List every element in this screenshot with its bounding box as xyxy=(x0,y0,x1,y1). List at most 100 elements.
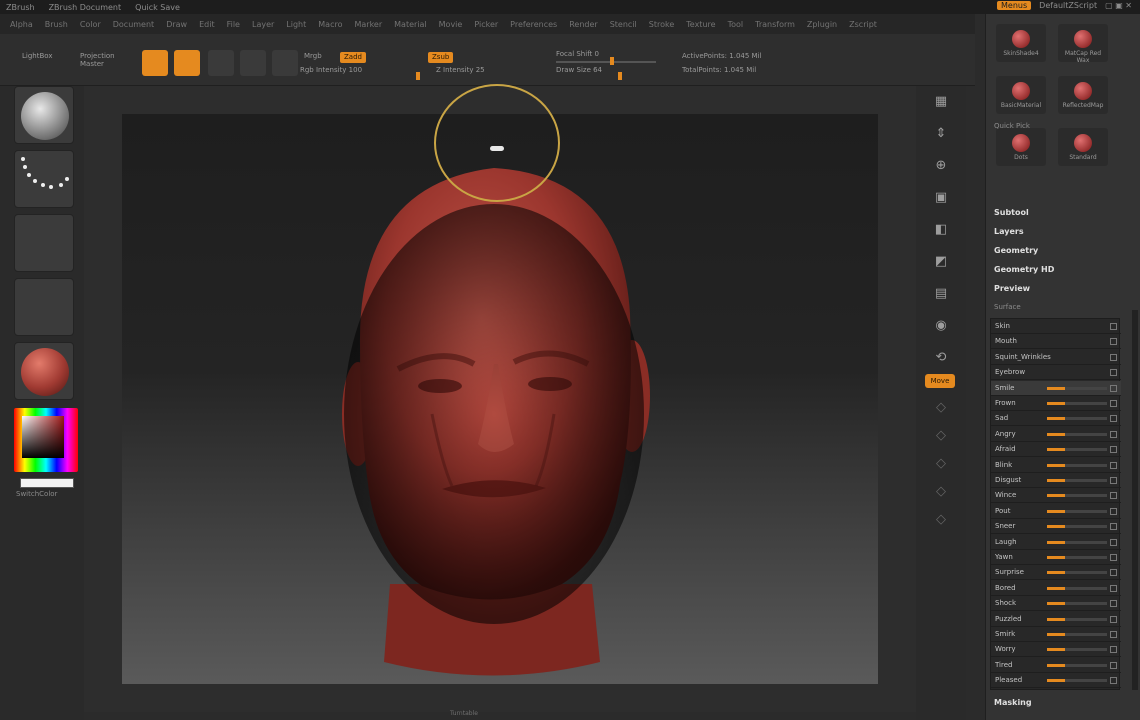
layer-row[interactable]: Smile xyxy=(991,380,1121,396)
lsym-icon[interactable]: ⟲ xyxy=(929,346,953,368)
menus-button[interactable]: Menus xyxy=(997,1,1032,10)
layer-strength-slider[interactable] xyxy=(1047,494,1107,498)
menu-item-layer[interactable]: Layer xyxy=(252,20,274,29)
layer-visibility-toggle[interactable] xyxy=(1110,538,1117,546)
layer-row[interactable]: Skin xyxy=(991,319,1121,334)
menu-item-edit[interactable]: Edit xyxy=(199,20,215,29)
layer-visibility-toggle[interactable] xyxy=(1110,492,1117,500)
local-icon[interactable]: ◉ xyxy=(929,314,953,336)
rgb-intensity-label[interactable]: Rgb Intensity 100 xyxy=(300,66,362,74)
draw-size-label[interactable]: Draw Size 64 xyxy=(556,66,602,74)
layer-row[interactable]: Shock xyxy=(991,596,1121,612)
layer-strength-slider[interactable] xyxy=(1047,432,1107,436)
layer-visibility-toggle[interactable] xyxy=(1110,461,1117,469)
menu-item-file[interactable]: File xyxy=(227,20,240,29)
layer-row[interactable]: Eyebrow xyxy=(991,365,1121,381)
menu-item-tool[interactable]: Tool xyxy=(728,20,744,29)
frame-icon[interactable]: ◇ xyxy=(929,396,953,418)
surface-section-label[interactable]: Surface xyxy=(994,303,1021,311)
layer-visibility-toggle[interactable] xyxy=(1110,369,1117,377)
layer-visibility-toggle[interactable] xyxy=(1110,430,1117,438)
switch-color-label[interactable]: SwitchColor xyxy=(16,490,57,498)
layer-row[interactable]: Angry xyxy=(991,427,1121,442)
layer-strength-slider[interactable] xyxy=(1047,679,1107,683)
menu-item-picker[interactable]: Picker xyxy=(474,20,498,29)
menu-item-preferences[interactable]: Preferences xyxy=(510,20,557,29)
layer-visibility-toggle[interactable] xyxy=(1110,677,1117,685)
layer-strength-slider[interactable] xyxy=(1047,525,1107,529)
layer-visibility-toggle[interactable] xyxy=(1110,646,1117,654)
layer-strength-slider[interactable] xyxy=(1047,479,1107,482)
default-zscript-button[interactable]: DefaultZScript xyxy=(1039,1,1097,10)
layer-row[interactable]: Blink xyxy=(991,458,1121,473)
edit-button[interactable] xyxy=(142,50,168,76)
menu-item-texture[interactable]: Texture xyxy=(686,20,715,29)
move-icon[interactable]: ◇ xyxy=(929,424,953,446)
menu-item-stroke[interactable]: Stroke xyxy=(649,20,675,29)
layer-visibility-toggle[interactable] xyxy=(1110,523,1117,531)
masking-section[interactable]: Masking xyxy=(994,698,1032,707)
panel-scrollbar[interactable] xyxy=(1132,310,1138,690)
layer-visibility-toggle[interactable] xyxy=(1110,507,1117,515)
layer-strength-slider[interactable] xyxy=(1047,386,1107,390)
menu-item-movie[interactable]: Movie xyxy=(439,20,463,29)
layer-visibility-toggle[interactable] xyxy=(1110,338,1117,346)
menu-item-material[interactable]: Material xyxy=(394,20,427,29)
layer-row[interactable]: Pout xyxy=(991,504,1121,519)
layer-visibility-toggle[interactable] xyxy=(1110,477,1117,484)
layer-strength-slider[interactable] xyxy=(1047,633,1107,636)
zsub-button[interactable]: Zsub xyxy=(428,52,454,63)
scale-icon[interactable]: ◇ xyxy=(929,452,953,474)
menu-item-light[interactable]: Light xyxy=(286,20,306,29)
persp-icon[interactable]: ◩ xyxy=(929,250,953,272)
aahalf-icon[interactable]: ◧ xyxy=(929,218,953,240)
color-gradient-square[interactable] xyxy=(22,416,64,458)
move-button[interactable] xyxy=(208,50,234,76)
material-tile[interactable]: SkinShade4 xyxy=(996,24,1046,62)
focal-shift-label[interactable]: Focal Shift 0 xyxy=(556,50,599,58)
material-thumbnail[interactable] xyxy=(14,342,74,400)
layer-row[interactable]: Bored xyxy=(991,581,1121,596)
alpha-thumbnail[interactable] xyxy=(14,214,74,272)
menu-item-document[interactable]: Document xyxy=(113,20,154,29)
layer-visibility-toggle[interactable] xyxy=(1110,600,1117,608)
layer-visibility-toggle[interactable] xyxy=(1110,615,1117,623)
geometry-section[interactable]: Geometry xyxy=(994,246,1038,255)
projection-master-button[interactable]: Projection Master xyxy=(80,52,132,68)
layer-strength-slider[interactable] xyxy=(1047,402,1107,405)
secondary-color-swatch[interactable] xyxy=(20,478,74,488)
layer-row[interactable]: Mouth xyxy=(991,334,1121,350)
material-tile[interactable]: BasicMaterial xyxy=(996,76,1046,114)
layer-row[interactable]: Surprise xyxy=(991,565,1121,581)
menu-item-zplugin[interactable]: Zplugin xyxy=(807,20,837,29)
menu-item-transform[interactable]: Transform xyxy=(755,20,795,29)
scale-button[interactable] xyxy=(240,50,266,76)
title-item-document[interactable]: ZBrush Document xyxy=(49,3,122,12)
material-tile[interactable]: Standard xyxy=(1058,128,1108,166)
polyf-icon[interactable]: ◇ xyxy=(929,508,953,530)
layer-strength-slider[interactable] xyxy=(1047,463,1107,467)
rotate-button[interactable] xyxy=(272,50,298,76)
layer-strength-slider[interactable] xyxy=(1047,448,1107,452)
layer-strength-slider[interactable] xyxy=(1047,648,1107,652)
layer-visibility-toggle[interactable] xyxy=(1110,415,1117,423)
menu-item-zscript[interactable]: Zscript xyxy=(849,20,877,29)
layer-visibility-toggle[interactable] xyxy=(1110,631,1117,638)
layer-strength-slider[interactable] xyxy=(1047,417,1107,421)
menu-item-render[interactable]: Render xyxy=(569,20,597,29)
layer-strength-slider[interactable] xyxy=(1047,663,1107,667)
layer-row[interactable]: Wince xyxy=(991,488,1121,504)
layer-visibility-toggle[interactable] xyxy=(1110,323,1117,330)
z-intensity-slider[interactable] xyxy=(416,72,420,80)
layer-visibility-toggle[interactable] xyxy=(1110,661,1117,669)
layer-visibility-toggle[interactable] xyxy=(1110,400,1117,407)
menu-item-brush[interactable]: Brush xyxy=(45,20,68,29)
layer-row[interactable]: Laugh xyxy=(991,535,1121,550)
layer-row[interactable]: Frown xyxy=(991,396,1121,411)
bpr-icon[interactable]: ▦ xyxy=(929,90,953,112)
layer-row[interactable]: Disgust xyxy=(991,473,1121,488)
material-tile[interactable]: ReflectedMap xyxy=(1058,76,1108,114)
focal-shift-knob[interactable] xyxy=(610,57,614,65)
focal-shift-track[interactable] xyxy=(556,61,656,63)
menu-item-color[interactable]: Color xyxy=(80,20,101,29)
